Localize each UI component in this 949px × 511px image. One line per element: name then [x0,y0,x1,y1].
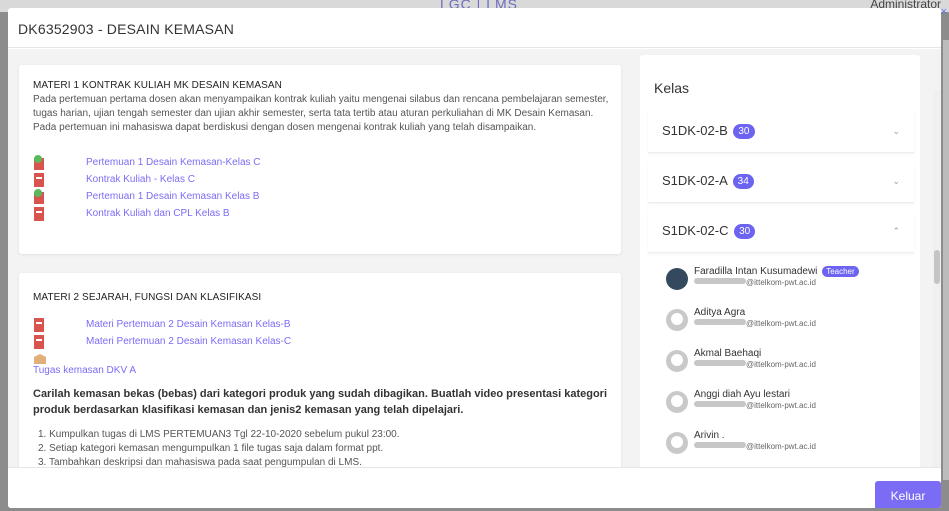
email-redaction [694,442,746,448]
email-suffix: @ittelkom-pwt.ac.id [746,442,816,451]
file-list: Pertemuan 1 Desain Kemasan-Kelas C Kontr… [33,155,607,223]
member-email: @ittelkom-pwt.ac.id [694,278,816,287]
kelas-name: S1DK-02-C 30 [662,223,756,239]
member-name: Arivin . [694,430,725,441]
teacher-badge: Teacher [822,266,859,277]
chevron-down-icon[interactable]: ⌄ [892,126,900,137]
kelas-item-s1dk-02-c[interactable]: S1DK-02-C 30 ⌃ [648,211,914,253]
member-email: @ittelkom-pwt.ac.id [694,319,816,328]
file-item[interactable]: Kontrak Kuliah - Kelas C [33,172,607,189]
file-link[interactable]: Pertemuan 1 Desain Kemasan-Kelas C [86,157,261,168]
member-email: @ittelkom-pwt.ac.id [694,442,816,451]
materi-title: MATERI 2 SEJARAH, FUNGSI DAN KLASIFIKASI [33,292,262,303]
pdf-file-icon [34,335,44,349]
member-name: Aditya Agra [694,307,746,318]
kelas-item-s1dk-02-b[interactable]: S1DK-02-B 30 ⌄ [648,111,914,153]
avatar [666,350,688,372]
avatar [666,432,688,454]
materi-description: Pada pertemuan pertama dosen akan menyam… [33,94,609,133]
background-close-icon[interactable]: × [941,6,947,18]
file-link[interactable]: Kontrak Kuliah - Kelas C [86,174,195,185]
modal-header: DK6352903 - DESAIN KEMASAN [8,8,941,48]
assignment-steps: 1. Kumpulkan tugas di LMS PERTEMUAN3 Tgl… [33,428,607,467]
kelas-label: S1DK-02-A [662,173,728,188]
member-email: @ittelkom-pwt.ac.id [694,401,816,410]
count-badge: 30 [733,124,755,139]
pdf-file-icon [34,207,44,221]
background-scrollbar[interactable] [943,40,949,480]
assignment-step: 2. Setiap kategori kemasan mengumpulkan … [38,443,384,454]
count-badge: 30 [734,224,756,239]
file-link[interactable]: Materi Pertemuan 2 Desain Kemasan Kelas-… [86,319,291,330]
file-item[interactable]: Pertemuan 1 Desain Kemasan Kelas B [33,189,607,206]
assignment-description: Carilah kemasan bekas (bebas) dari kateg… [33,388,608,416]
assignment-icon [34,354,46,364]
file-link[interactable]: Pertemuan 1 Desain Kemasan Kelas B [86,191,259,202]
email-suffix: @ittelkom-pwt.ac.id [746,278,816,287]
chevron-down-icon[interactable]: ⌄ [892,176,900,187]
green-red-file-icon [34,155,44,170]
chevron-up-icon[interactable]: ⌃ [892,226,900,237]
materi-title: MATERI 1 KONTRAK KULIAH MK DESAIN KEMASA… [33,80,282,91]
modal-footer: Keluar [8,467,941,508]
file-item[interactable]: Materi Pertemuan 2 Desain Kemasan Kelas-… [33,317,607,334]
email-suffix: @ittelkom-pwt.ac.id [746,360,816,369]
pdf-file-icon [34,318,44,332]
modal-body: MATERI 1 KONTRAK KULIAH MK DESAIN KEMASA… [8,49,941,467]
email-suffix: @ittelkom-pwt.ac.id [746,319,816,328]
course-modal: DK6352903 - DESAIN KEMASAN MATERI 1 KONT… [8,8,941,508]
pdf-file-icon [34,173,44,187]
file-item[interactable]: Kontrak Kuliah dan CPL Kelas B [33,206,607,223]
assignment-step: 1. Kumpulkan tugas di LMS PERTEMUAN3 Tgl… [38,429,400,440]
file-item[interactable]: Materi Pertemuan 2 Desain Kemasan Kelas-… [33,334,607,351]
materi-card-1: MATERI 1 KONTRAK KULIAH MK DESAIN KEMASA… [19,65,621,254]
member-name: Akmal Baehaqi [694,348,762,359]
kelas-item-s1dk-02-a[interactable]: S1DK-02-A 34 ⌄ [648,161,914,203]
assignment-step: 3. Tambahkan deskripsi dan mahasiswa pad… [38,457,362,467]
kelas-name: S1DK-02-A 34 [662,173,754,189]
file-list: Materi Pertemuan 2 Desain Kemasan Kelas-… [33,317,607,351]
email-redaction [694,319,746,325]
keluar-button[interactable]: Keluar [875,481,941,508]
modal-scrollbar[interactable] [933,90,941,467]
green-red-file-icon [34,189,44,204]
member-name: Anggi diah Ayu lestari [694,389,790,400]
count-badge: 34 [732,174,754,189]
kelas-label: S1DK-02-B [662,123,728,138]
member-name-text: Faradilla Intan Kusumadewi [694,266,818,277]
modal-scrollbar-thumb[interactable] [934,250,940,284]
avatar [666,268,688,290]
file-link[interactable]: Kontrak Kuliah dan CPL Kelas B [86,208,230,219]
modal-title: DK6352903 - DESAIN KEMASAN [18,21,235,37]
email-redaction [694,278,746,284]
email-suffix: @ittelkom-pwt.ac.id [746,401,816,410]
kelas-label: S1DK-02-C [662,223,729,238]
file-item[interactable]: Pertemuan 1 Desain Kemasan-Kelas C [33,155,607,172]
file-link[interactable]: Materi Pertemuan 2 Desain Kemasan Kelas-… [86,336,291,347]
member-email: @ittelkom-pwt.ac.id [694,360,816,369]
kelas-name: S1DK-02-B 30 [662,123,755,139]
kelas-heading: Kelas [654,80,690,96]
kelas-panel: Kelas S1DK-02-B 30 ⌄ S1DK-02-A 34 ⌄ S1DK… [640,55,920,467]
materi-card-2: MATERI 2 SEJARAH, FUNGSI DAN KLASIFIKASI… [19,273,621,467]
member-name: Faradilla Intan Kusumadewi Teacher [694,266,859,277]
avatar [666,309,688,331]
email-redaction [694,401,746,407]
assignment-link[interactable]: Tugas kemasan DKV A [33,365,607,376]
avatar [666,391,688,413]
email-redaction [694,360,746,366]
